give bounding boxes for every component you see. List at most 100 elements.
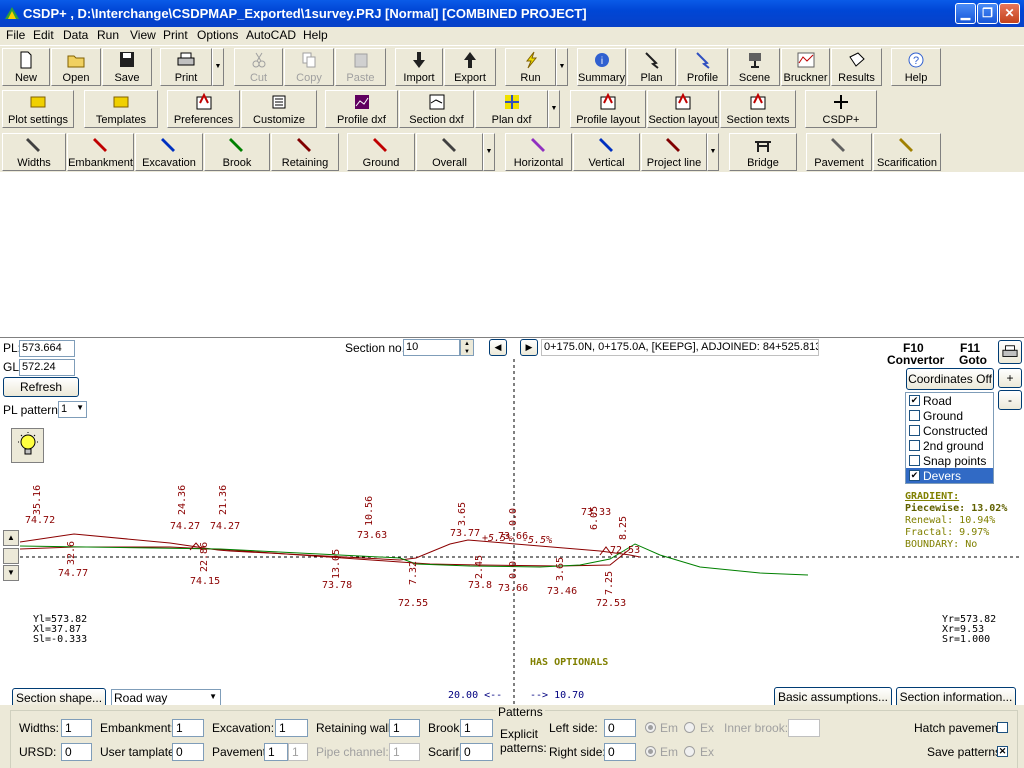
run-button[interactable]: Run <box>505 48 556 86</box>
inner-brook-input[interactable] <box>788 719 820 737</box>
excavation-input[interactable]: 1 <box>275 719 308 737</box>
widths-input[interactable]: 1 <box>61 719 92 737</box>
label-top-0: 35.16 <box>32 485 43 515</box>
user-template-input[interactable]: 0 <box>172 743 204 761</box>
ursd-input[interactable]: 0 <box>61 743 92 761</box>
minimize-button[interactable]: ▁ <box>955 3 976 24</box>
right-side-input[interactable]: 0 <box>604 743 636 761</box>
left-side-label: Left side: <box>549 721 598 735</box>
copy-button[interactable]: Copy <box>284 48 334 86</box>
left-em-radio[interactable] <box>645 722 656 733</box>
copy-icon <box>302 52 316 68</box>
customize-icon <box>272 95 286 109</box>
scene-button[interactable]: Scene <box>729 48 780 86</box>
print-button[interactable]: Print <box>160 48 212 86</box>
preferences-button[interactable]: Preferences <box>167 90 240 128</box>
left-ex-radio[interactable] <box>684 722 695 733</box>
app-icon <box>5 7 19 19</box>
menu-file[interactable]: File <box>6 28 25 42</box>
menu-options[interactable]: Options <box>197 28 238 42</box>
customize-button[interactable]: Customize <box>241 90 317 128</box>
has-optionals-label: HAS OPTIONALS <box>530 657 609 668</box>
profile-layout-button[interactable]: Profile layout <box>570 90 646 128</box>
save-button[interactable]: Save <box>102 48 152 86</box>
plot-settings-button[interactable]: Plot settings <box>2 90 74 128</box>
project-line-button[interactable]: Project line <box>641 133 707 171</box>
plan-dxf-button[interactable]: Plan dxf <box>475 90 548 128</box>
plan-dxf-dropdown[interactable]: ▼ <box>548 90 560 128</box>
floppy-disk-icon <box>120 52 134 67</box>
explicit-label-1: Explicit <box>500 727 539 741</box>
menu-edit[interactable]: Edit <box>33 28 54 42</box>
section-texts-button[interactable]: Section texts <box>720 90 796 128</box>
bridge-button[interactable]: Bridge <box>729 133 797 171</box>
results-button[interactable]: Results <box>831 48 882 86</box>
pipe-channel-input[interactable]: 1 <box>389 743 420 761</box>
menu-data[interactable]: Data <box>63 28 88 42</box>
bruckner-chart-icon <box>797 52 814 68</box>
retaining-button[interactable]: Retaining <box>271 133 339 171</box>
retaining-wall-input[interactable]: 1 <box>389 719 420 737</box>
right-ex-radio[interactable] <box>684 746 695 757</box>
export-button[interactable]: Export <box>444 48 496 86</box>
embankment-button[interactable]: Embankment <box>67 133 134 171</box>
left-side-input[interactable]: 0 <box>604 719 636 737</box>
cut-button[interactable]: Cut <box>234 48 283 86</box>
profile-button[interactable]: Profile <box>677 48 728 86</box>
pencil-icon <box>441 138 456 152</box>
ground-button[interactable]: Ground <box>347 133 415 171</box>
label-mid-0: 74.72 <box>25 515 55 526</box>
horizontal-button[interactable]: Horizontal <box>505 133 572 171</box>
menu-help[interactable]: Help <box>303 28 328 42</box>
pavement-input-2[interactable]: 1 <box>288 743 308 761</box>
section-layout-button[interactable]: Section layout <box>647 90 719 128</box>
csdp-button[interactable]: CSDP+ <box>805 90 877 128</box>
plan-button[interactable]: Plan <box>627 48 676 86</box>
overall-dropdown[interactable]: ▼ <box>483 133 495 171</box>
label-low-2: 13.05 <box>331 549 342 579</box>
bruckner-button[interactable]: Bruckner <box>781 48 830 86</box>
menu-autocad[interactable]: AutoCAD <box>246 28 296 42</box>
scarification-button[interactable]: Scarification <box>873 133 941 171</box>
vertical-button[interactable]: Vertical <box>573 133 640 171</box>
toolbar-drawing: Widths Embankment Excavation Brook Retai… <box>0 131 1024 172</box>
project-line-dropdown[interactable]: ▼ <box>707 133 719 171</box>
pavement-button[interactable]: Pavement <box>806 133 872 171</box>
menu-print[interactable]: Print <box>163 28 188 42</box>
menu-run[interactable]: Run <box>97 28 119 42</box>
right-em-radio[interactable] <box>645 746 656 757</box>
pencil-icon <box>26 138 40 152</box>
pavement-input[interactable]: 1 <box>264 743 288 761</box>
menu-view[interactable]: View <box>130 28 156 42</box>
brook-input[interactable]: 1 <box>460 719 493 737</box>
run-dropdown[interactable]: ▼ <box>556 48 568 86</box>
templates-button[interactable]: Templates <box>84 90 158 128</box>
hatch-pavement-checkbox[interactable] <box>997 722 1008 733</box>
paste-button[interactable]: Paste <box>335 48 386 86</box>
scarif-input[interactable]: 0 <box>460 743 493 761</box>
label-bottom-4: 73.8 <box>468 580 492 591</box>
widths-button[interactable]: Widths <box>2 133 66 171</box>
print-dropdown[interactable]: ▼ <box>212 48 224 86</box>
summary-button[interactable]: i Summary <box>577 48 626 86</box>
profile-dxf-button[interactable]: Profile dxf <box>325 90 398 128</box>
profile-layout-icon <box>600 93 616 110</box>
templates-icon <box>113 96 129 108</box>
brook-button[interactable]: Brook <box>204 133 270 171</box>
restore-button[interactable]: ❐ <box>977 3 998 24</box>
embankment-input[interactable]: 1 <box>172 719 204 737</box>
hatch-pavement-label: Hatch pavement <box>914 721 1002 735</box>
pavement-label: Pavement: <box>212 745 270 759</box>
new-button[interactable]: New <box>2 48 50 86</box>
import-button[interactable]: Import <box>395 48 443 86</box>
brook-label: Brook: <box>428 721 463 735</box>
help-button[interactable]: ? Help <box>891 48 941 86</box>
pencil-icon <box>373 138 387 152</box>
save-patterns-checkbox[interactable]: ✕ <box>997 746 1008 757</box>
overall-button[interactable]: Overall <box>416 133 483 171</box>
section-dxf-button[interactable]: Section dxf <box>399 90 474 128</box>
excavation-button[interactable]: Excavation <box>135 133 203 171</box>
open-button[interactable]: Open <box>51 48 101 86</box>
close-button[interactable]: ✕ <box>999 3 1020 24</box>
label-low-7: 7.25 <box>604 571 615 595</box>
